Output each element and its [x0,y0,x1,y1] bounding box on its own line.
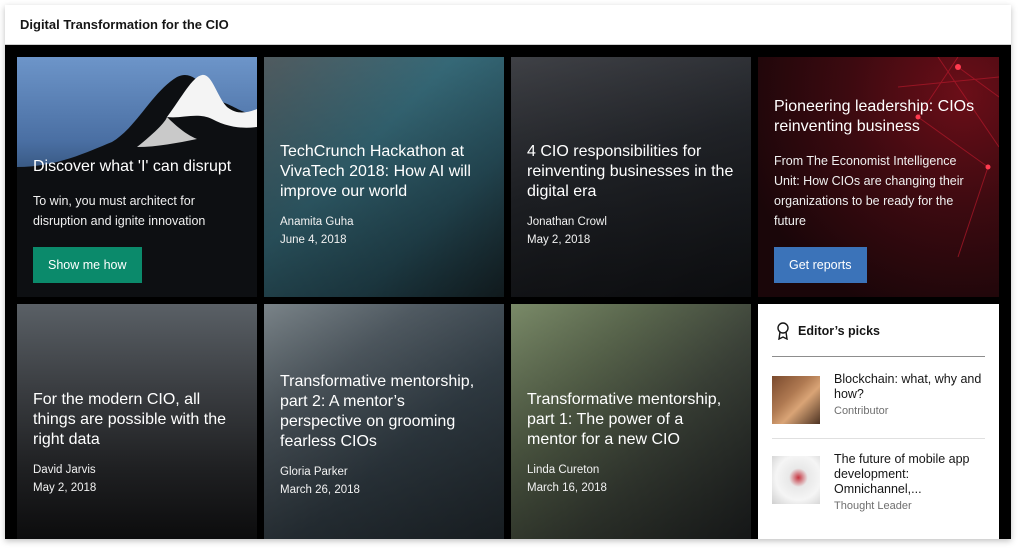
tile-cio-responsibilities[interactable]: 4 CIO responsibilities for reinventing b… [511,57,751,297]
tile-mentorship-part-2[interactable]: Transformative mentorship, part 2: A men… [264,304,504,539]
tile-author: Anamita Guha [280,216,354,228]
editors-picks-title: Editor’s picks [798,324,880,338]
tile-title[interactable]: Transformative mentorship, part 1: The p… [527,390,737,450]
pick-tag: Contributor [834,405,889,417]
tile-date: March 26, 2018 [280,484,360,496]
pick-item-blockchain[interactable]: Blockchain: what, why and how? Contribut… [772,372,985,424]
tile-date: June 4, 2018 [280,234,347,246]
tile-author: Linda Cureton [527,464,600,476]
pick-title[interactable]: Blockchain: what, why and how? [834,372,985,402]
tile-title[interactable]: Transformative mentorship, part 2: A men… [280,372,490,452]
tile-modern-cio[interactable]: For the modern CIO, all things are possi… [17,304,257,539]
tile-description: From The Economist Intelligence Unit: Ho… [774,154,964,228]
tile-pioneering-leadership[interactable]: Pioneering leadership: CIOs reinventing … [758,57,999,297]
tile-author: Gloria Parker [280,466,348,478]
divider [772,438,985,439]
tile-disrupt[interactable]: Discover what 'I' can disrupt To win, yo… [17,57,257,297]
pick-thumbnail [772,456,820,504]
award-ribbon-icon [777,322,789,340]
page-title: Digital Transformation for the CIO [20,17,229,32]
tile-date: March 16, 2018 [527,482,607,494]
editors-picks-header: Editor’s picks [776,322,880,340]
tile-title[interactable]: 4 CIO responsibilities for reinventing b… [527,142,737,202]
pick-item-mobile-app[interactable]: The future of mobile app development: Om… [772,452,985,512]
tile-title[interactable]: For the modern CIO, all things are possi… [33,390,243,450]
pick-thumbnail [772,376,820,424]
tile-date: May 2, 2018 [527,234,591,246]
editors-picks-panel: Editor’s picks Blockchain: what, why and… [758,304,999,539]
tile-techcrunch[interactable]: TechCrunch Hackathon at VivaTech 2018: H… [264,57,504,297]
get-reports-button[interactable]: Get reports [774,247,867,283]
page-frame: Digital Transformation for the CIO Disco… [5,5,1011,539]
tile-title[interactable]: TechCrunch Hackathon at VivaTech 2018: H… [280,142,490,202]
header-bar: Digital Transformation for the CIO [5,5,1011,45]
tile-author: David Jarvis [33,464,96,476]
tile-date: May 2, 2018 [33,482,97,494]
show-me-how-button[interactable]: Show me how [33,247,142,283]
tile-mentorship-part-1[interactable]: Transformative mentorship, part 1: The p… [511,304,751,539]
tile-description: To win, you must architect for disruptio… [33,194,206,228]
tile-title[interactable]: Pioneering leadership: CIOs reinventing … [774,97,985,137]
tile-title[interactable]: Discover what 'I' can disrupt [33,157,243,177]
pick-tag: Thought Leader [834,500,912,512]
divider [772,356,985,357]
tile-author: Jonathan Crowl [527,216,607,228]
pick-title[interactable]: The future of mobile app development: Om… [834,452,985,497]
